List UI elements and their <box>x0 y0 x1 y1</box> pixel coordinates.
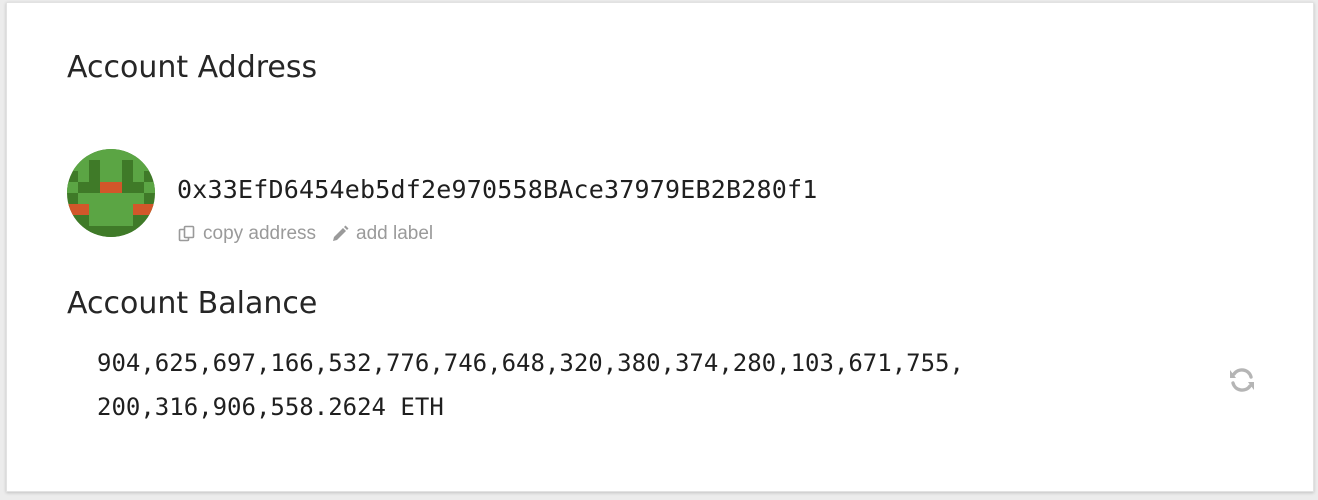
account-address-value: 0x33EfD6454eb5df2e970558BAce37979EB2B280… <box>177 175 818 204</box>
balance-line-2: 200,316,906,558.2624 ETH <box>97 393 444 421</box>
copy-icon <box>178 225 195 242</box>
copy-address-label: copy address <box>203 223 317 244</box>
refresh-balance-button[interactable] <box>1227 365 1257 395</box>
balance-line-1: 904,625,697,166,532,776,746,648,320,380,… <box>97 349 964 377</box>
account-address-heading: Account Address <box>67 50 318 85</box>
account-balance-value: 904,625,697,166,532,776,746,648,320,380,… <box>97 341 964 429</box>
account-card: Account Address 0x33EfD6454eb5df2e970558… <box>6 2 1314 492</box>
account-balance-heading: Account Balance <box>67 286 318 321</box>
add-label-text: add label <box>356 223 434 244</box>
refresh-icon <box>1230 368 1254 392</box>
add-label-button[interactable]: add label <box>330 223 433 245</box>
pencil-icon <box>333 225 349 241</box>
address-actions: copy address add label <box>177 223 447 245</box>
copy-address-button[interactable]: copy address <box>177 223 316 245</box>
identicon-avatar <box>67 149 155 237</box>
